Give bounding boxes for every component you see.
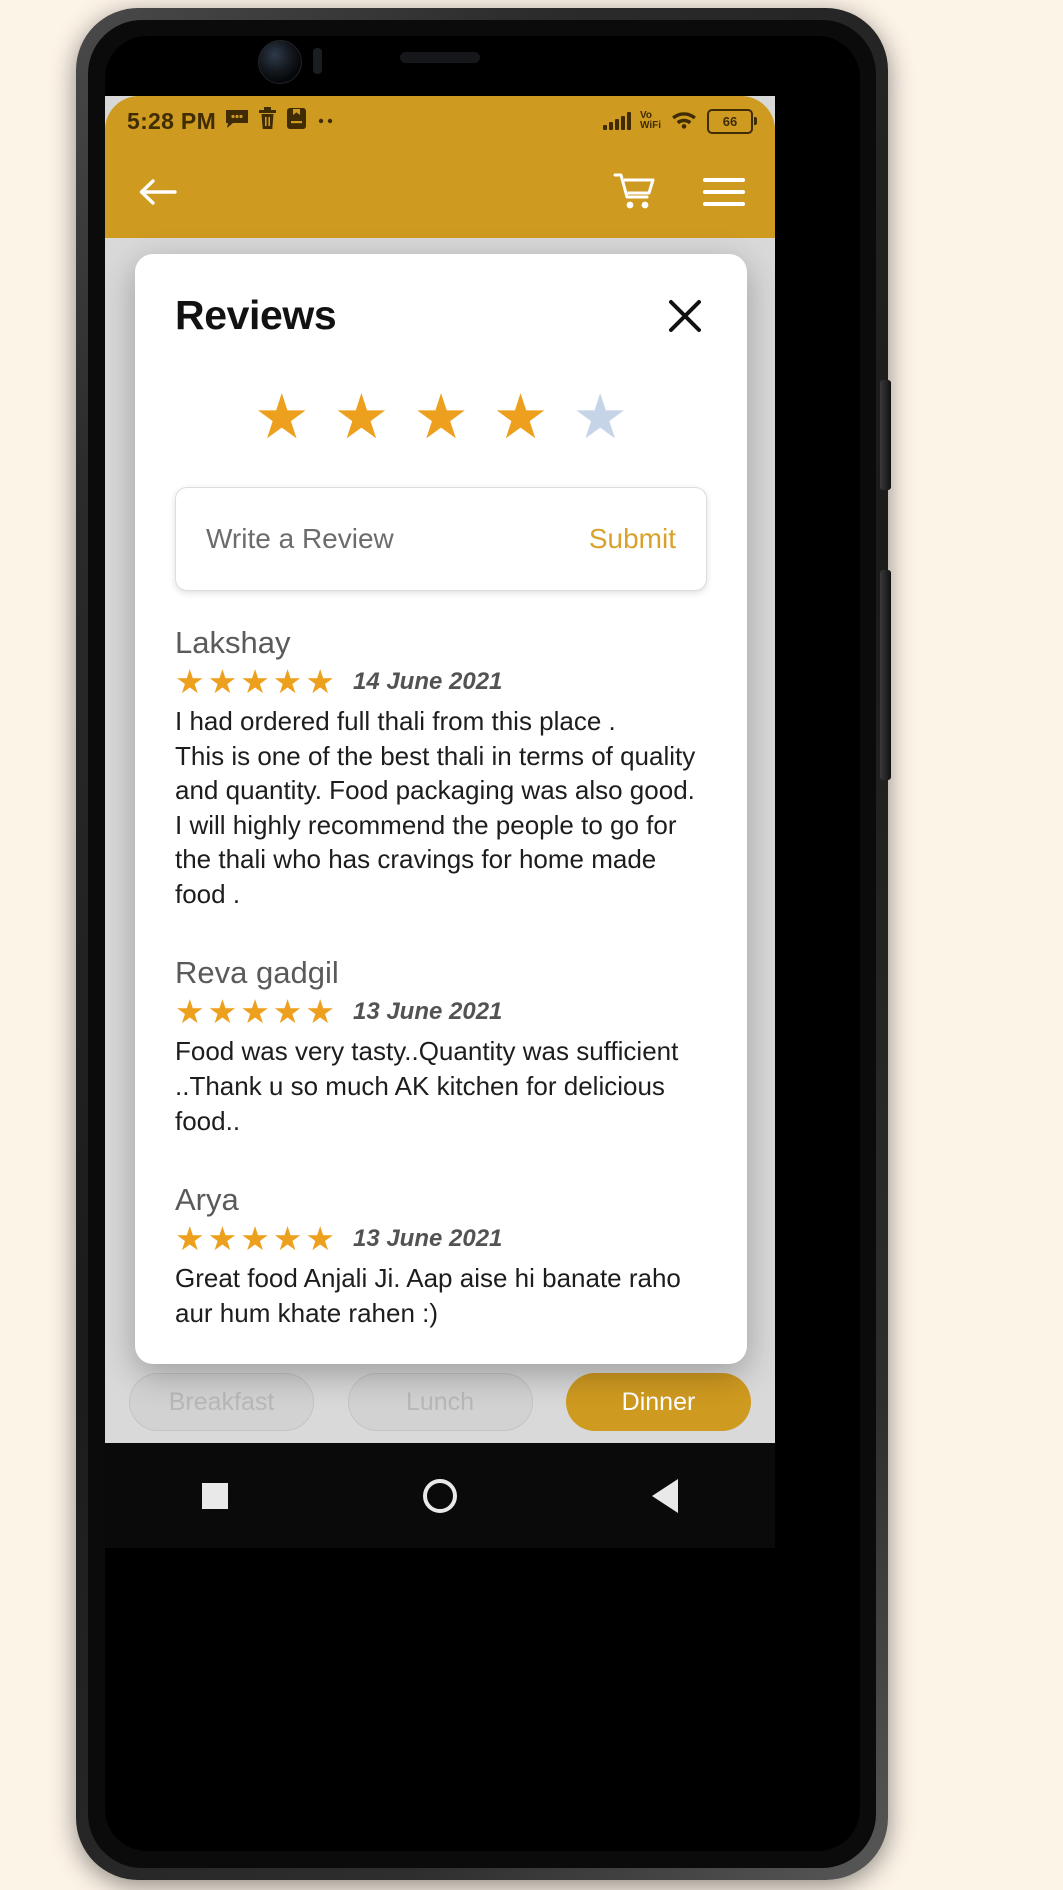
front-camera-icon [258,40,302,84]
star-icon: ★ [240,1220,270,1258]
power-button[interactable] [880,570,891,780]
dialog-header: Reviews [135,254,747,339]
star-icon: ★ [272,993,303,1031]
vowifi-line2: WiFi [639,120,661,131]
star-icon: ★ [175,993,205,1031]
app-bar-actions [613,171,745,213]
star-icon: ★ [240,993,270,1031]
submit-button[interactable]: Submit [587,523,678,555]
star-icon: ★ [240,663,270,700]
hamburger-menu-icon[interactable] [703,175,745,209]
review-list: Lakshay ★ ★ ★ ★ ★ 14 June 2021 I had ord… [175,625,707,1330]
rating-star-3[interactable]: ★ [413,387,469,449]
reviewer-name: Arya [175,1182,239,1218]
star-icon: ★ [305,663,335,700]
order-till-row: Order till 07:30 AM Order till 12:00 PM … [105,1436,775,1443]
volume-button[interactable] [880,380,891,490]
sensor-icon [313,48,322,74]
review-stars: ★ ★ ★ ★ ★ [175,995,335,1028]
review-item: Reva gadgil ★ ★ ★ ★ ★ 13 June 2021 Food … [175,955,707,1138]
review-date: 14 June 2021 [352,667,503,695]
calendar-save-icon [286,107,307,135]
rating-selector[interactable]: ★ ★ ★ ★ ★ [135,387,747,449]
review-date: 13 June 2021 [352,997,503,1025]
status-bar-right: Vo WiFi 66 [602,108,757,134]
more-dots-icon [316,112,338,130]
battery-level: 66 [722,113,738,129]
review-stars: ★ ★ ★ ★ ★ [175,665,335,698]
battery-icon: 66 [707,108,757,134]
review-item: Lakshay ★ ★ ★ ★ ★ 14 June 2021 I had ord… [175,625,707,911]
review-input-row: Submit [175,487,707,591]
star-icon: ★ [207,1220,238,1258]
reviewer-name: Lakshay [175,625,291,660]
page-title: Reviews [175,292,337,338]
rating-star-5[interactable]: ★ [572,387,628,449]
star-icon: ★ [207,993,238,1031]
meal-tab-lunch[interactable]: Lunch [347,1373,533,1431]
menu-line [703,178,745,182]
meal-tabs: Breakfast Lunch Dinner [105,1367,775,1437]
rating-star-2[interactable]: ★ [334,387,390,449]
menu-line [703,190,745,194]
triangle-back-icon[interactable] [651,1478,678,1513]
review-date: 13 June 2021 [352,1224,503,1252]
earpiece-speaker [400,52,480,63]
review-text: I had ordered full thali from this place… [175,706,696,909]
circle-home-icon[interactable] [422,1478,457,1513]
star-icon: ★ [272,663,303,700]
meal-tab-breakfast[interactable]: Breakfast [129,1373,314,1431]
android-nav-bar [105,1443,775,1548]
star-icon: ★ [175,663,205,700]
star-icon: ★ [175,1220,205,1258]
vowifi-icon: Vo WiFi [640,111,661,131]
rating-star-1[interactable]: ★ [254,387,310,449]
review-meta: ★ ★ ★ ★ ★ 14 June 2021 [175,665,707,698]
review-stars: ★ ★ ★ ★ ★ [175,1222,335,1255]
star-icon: ★ [305,993,335,1031]
status-bar: 5:28 PM Vo WiFi 66 [105,96,775,146]
signal-bars-icon [602,112,631,130]
menu-line [703,202,745,206]
review-meta: ★ ★ ★ ★ ★ 13 June 2021 [175,995,707,1028]
review-input[interactable] [204,522,587,556]
shopping-cart-icon[interactable] [613,171,655,213]
app-viewport: 5:28 PM Vo WiFi 66 Breakfast Lunch Dinne… [105,96,775,1443]
status-time: 5:28 PM [127,107,217,134]
star-icon: ★ [207,663,238,700]
square-recents-icon[interactable] [202,1482,229,1509]
status-bar-left: 5:28 PM [127,107,603,135]
wifi-icon [670,108,698,134]
rating-star-4[interactable]: ★ [493,387,549,449]
chat-bubble-icon [225,108,249,135]
review-text: Great food Anjali Ji. Aap aise hi banate… [175,1263,681,1328]
review-meta: ★ ★ ★ ★ ★ 13 June 2021 [175,1222,707,1255]
reviews-dialog: Reviews ★ ★ ★ ★ ★ Submit Lakshay ★ ★ [135,254,747,1364]
trash-icon [258,107,277,135]
star-icon: ★ [305,1220,335,1258]
back-arrow-icon[interactable] [135,170,179,214]
star-icon: ★ [272,1220,303,1258]
meal-tab-dinner[interactable]: Dinner [566,1373,751,1431]
app-bar [105,146,775,238]
reviewer-name: Reva gadgil [175,955,339,991]
close-x-icon[interactable] [663,294,707,338]
review-text: Food was very tasty..Quantity was suffic… [175,1036,679,1136]
review-item: Arya ★ ★ ★ ★ ★ 13 June 2021 Great food A… [175,1182,707,1330]
